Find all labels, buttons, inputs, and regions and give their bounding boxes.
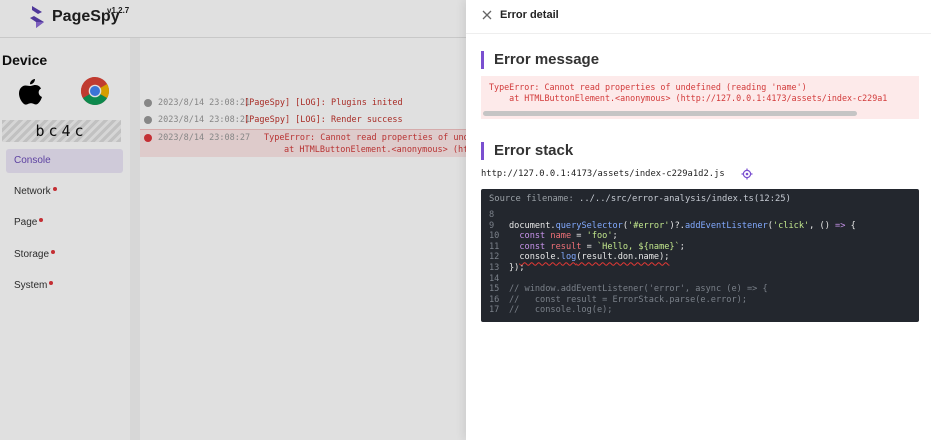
error-message-heading: Error message — [481, 51, 599, 69]
line-number: 8 — [489, 210, 495, 220]
source-filename: Source filename: ../../src/error-analysi… — [489, 194, 791, 204]
code-lines: 8 9 document.querySelector('#error')?.add… — [489, 210, 914, 316]
code-text: const name = 'foo'; — [519, 231, 618, 242]
code-line: 17 // console.log(e); — [489, 305, 914, 316]
code-comment: // const result = ErrorStack.parse(e.err… — [509, 294, 747, 305]
error-detail-drawer: Error detail Error message TypeError: Ca… — [466, 0, 931, 440]
line-number: 9 — [489, 220, 495, 231]
line-number: 17 — [489, 305, 500, 316]
code-line: 8 — [489, 210, 914, 221]
line-number: 12 — [489, 252, 500, 263]
error-stack-heading: Error stack — [481, 142, 573, 160]
code-line: 14 — [489, 274, 914, 285]
source-code-viewer: Source filename: ../../src/error-analysi… — [481, 189, 919, 322]
code-line: 13}); — [489, 263, 914, 274]
line-number: 14 — [489, 273, 500, 284]
line-number: 15 — [489, 284, 500, 295]
code-comment: // console.log(e); — [509, 305, 613, 316]
error-message-line-1: TypeError: Cannot read properties of und… — [489, 82, 807, 92]
source-filename-value: ../../src/error-analysis/index.ts(12:25) — [579, 194, 791, 204]
code-text: document.querySelector('#error')?.addEve… — [509, 220, 856, 231]
close-icon[interactable] — [481, 9, 493, 21]
error-message-line-2: at HTMLButtonElement.<anonymous> (http:/… — [489, 93, 888, 103]
code-line: 15 // window.addEventListener('error', as… — [489, 284, 914, 295]
code-line: 9 document.querySelector('#error')?.addEv… — [489, 221, 914, 232]
crosshair-icon[interactable] — [741, 168, 753, 180]
code-text: const result = `Hello, ${name}`; — [519, 241, 685, 252]
horizontal-scrollbar[interactable] — [483, 111, 857, 116]
source-filename-label: Source filename: — [489, 194, 574, 204]
code-line-highlighted: 12 console.log(result.don.name); — [489, 252, 914, 263]
error-message-box: TypeError: Cannot read properties of und… — [481, 76, 919, 119]
line-number: 13 — [489, 262, 500, 273]
code-line: 10 const name = 'foo'; — [489, 231, 914, 242]
line-number: 16 — [489, 294, 500, 305]
drawer-title: Error detail — [500, 9, 559, 21]
code-text: }); — [509, 262, 525, 273]
line-number: 11 — [489, 241, 500, 252]
line-number: 10 — [489, 231, 500, 242]
drawer-header: Error detail — [466, 0, 931, 34]
code-line: 16 // const result = ErrorStack.parse(e.e… — [489, 295, 914, 306]
code-line: 11 const result = `Hello, ${name}`; — [489, 242, 914, 253]
code-text: console.log(result.don.name); — [519, 252, 670, 263]
stack-url: http://127.0.0.1:4173/assets/index-c229a… — [481, 169, 725, 179]
code-comment: // window.addEventListener('error', asyn… — [509, 284, 768, 295]
